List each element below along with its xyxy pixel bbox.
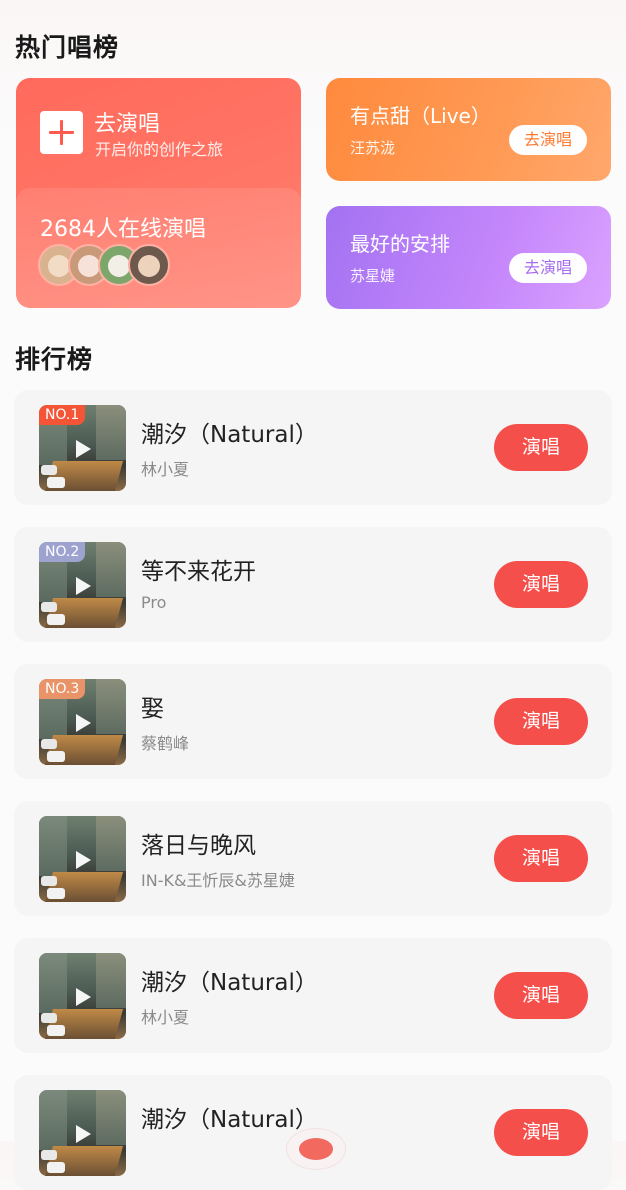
song-title: 落日与晚风	[141, 833, 256, 859]
sing-button[interactable]: 演唱	[494, 972, 588, 1019]
ranking-row[interactable]: 落日与晚风 IN-K&王忻辰&苏星婕 演唱	[14, 801, 612, 916]
song-card-sweet[interactable]: 有点甜（Live） 汪苏泷 去演唱	[326, 78, 611, 181]
song-cover[interactable]	[39, 953, 126, 1039]
ranking-row[interactable]: NO.2 等不来花开 Pro 演唱	[14, 527, 612, 642]
ranking-section-title: 排行榜	[15, 345, 94, 374]
go-sing-label: 去演唱	[94, 112, 161, 137]
play-icon[interactable]	[76, 577, 91, 595]
song-artist: 林小夏	[141, 1008, 190, 1027]
floating-record-button[interactable]	[286, 1128, 346, 1170]
ranking-row[interactable]: NO.3 娶 蔡鹤峰 演唱	[14, 664, 612, 779]
play-icon[interactable]	[76, 714, 91, 732]
song-title: 等不来花开	[141, 559, 256, 585]
online-count: 2684人在线演唱	[40, 217, 206, 242]
song-cover[interactable]	[39, 1090, 126, 1176]
ranking-row[interactable]: NO.1 潮汐（Natural） 林小夏 演唱	[14, 390, 612, 505]
rank-badge: NO.1	[39, 405, 86, 425]
go-sing-button[interactable]: 去演唱	[509, 253, 587, 283]
sing-button[interactable]: 演唱	[494, 698, 588, 745]
song-card-title: 有点甜（Live）	[350, 104, 491, 128]
song-artist: IN-K&王忻辰&苏星婕	[141, 871, 295, 890]
avatar	[128, 244, 170, 286]
song-card-artist: 汪苏泷	[350, 139, 396, 157]
song-artist: 林小夏	[141, 460, 190, 479]
plus-icon[interactable]	[40, 111, 83, 154]
go-sing-card[interactable]: 去演唱 开启你的创作之旅 2684人在线演唱	[16, 78, 301, 308]
sing-button[interactable]: 演唱	[494, 1109, 588, 1156]
go-sing-button[interactable]: 去演唱	[509, 125, 587, 155]
ranking-row[interactable]: 潮汐（Natural） 林小夏 演唱	[14, 938, 612, 1053]
song-cover[interactable]: NO.3	[39, 679, 126, 765]
song-artist: Pro	[141, 593, 167, 612]
play-icon[interactable]	[76, 851, 91, 869]
sing-button[interactable]: 演唱	[494, 424, 588, 471]
rank-badge: NO.2	[39, 542, 86, 562]
play-icon[interactable]	[76, 1125, 91, 1143]
rank-badge: NO.3	[39, 679, 86, 699]
hot-section-title: 热门唱榜	[15, 33, 120, 62]
song-card-title: 最好的安排	[350, 232, 450, 256]
song-title: 娶	[141, 696, 164, 722]
play-icon[interactable]	[76, 988, 91, 1006]
song-card-best[interactable]: 最好的安排 苏星婕 去演唱	[326, 206, 611, 309]
song-cover[interactable]	[39, 816, 126, 902]
play-icon[interactable]	[76, 440, 91, 458]
song-card-artist: 苏星婕	[350, 267, 396, 285]
sing-button[interactable]: 演唱	[494, 561, 588, 608]
song-title: 潮汐（Natural）	[141, 970, 318, 996]
sing-button[interactable]: 演唱	[494, 835, 588, 882]
song-artist: 蔡鹤峰	[141, 734, 190, 753]
go-sing-subtitle: 开启你的创作之旅	[95, 140, 224, 159]
song-cover[interactable]: NO.1	[39, 405, 126, 491]
song-cover[interactable]: NO.2	[39, 542, 126, 628]
song-title: 潮汐（Natural）	[141, 1107, 318, 1133]
song-title: 潮汐（Natural）	[141, 422, 318, 448]
online-avatars	[38, 244, 178, 286]
